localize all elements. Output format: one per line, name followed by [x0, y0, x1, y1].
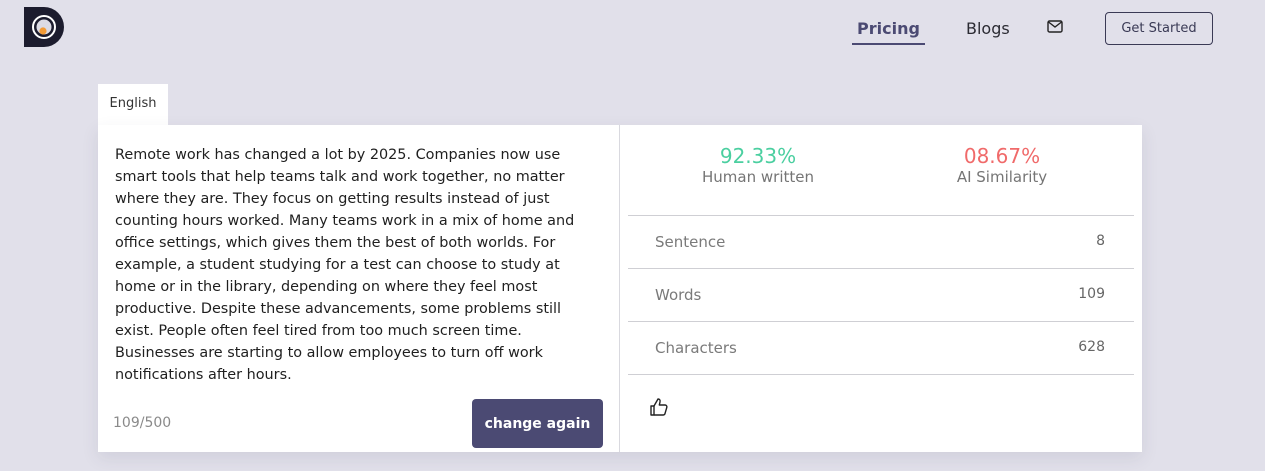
get-started-button[interactable]: Get Started: [1105, 12, 1213, 45]
tab-english[interactable]: English: [98, 84, 168, 125]
ai-score: 08.67% AI Similarity: [902, 144, 1102, 186]
ai-score-label: AI Similarity: [956, 168, 1048, 186]
stat-value: 8: [1096, 233, 1105, 249]
stat-label: Characters: [655, 339, 737, 357]
stat-value: 628: [1078, 339, 1105, 355]
nav-blogs-link[interactable]: Blogs: [966, 19, 1010, 38]
human-score-label: Human written: [702, 168, 814, 186]
stats-divider: [628, 268, 1134, 269]
nav-pricing-link[interactable]: Pricing: [852, 19, 925, 38]
stats-divider: [628, 374, 1134, 375]
logo-d-icon[interactable]: [24, 7, 65, 47]
stats-divider: [628, 321, 1134, 322]
vertical-divider: [619, 125, 620, 452]
mail-icon[interactable]: [1047, 20, 1063, 33]
human-score: 92.33% Human written: [658, 144, 858, 186]
top-nav: Pricing Blogs Get Started: [0, 0, 1265, 60]
detector-card: Remote work has changed a lot by 2025. C…: [98, 125, 1142, 452]
stat-row-sentence: Sentence 8: [655, 233, 1105, 253]
stats-divider: [628, 215, 1134, 216]
stat-row-words: Words 109: [655, 286, 1105, 306]
human-score-value: 92.33%: [719, 144, 797, 168]
stat-row-characters: Characters 628: [655, 339, 1105, 359]
stat-value: 109: [1078, 286, 1105, 302]
input-text-area[interactable]: Remote work has changed a lot by 2025. C…: [115, 144, 600, 386]
ai-score-value: 08.67%: [963, 144, 1041, 168]
stat-label: Sentence: [655, 233, 726, 251]
word-counter: 109/500: [113, 415, 172, 431]
active-nav-underline: [852, 43, 925, 45]
stat-label: Words: [655, 286, 702, 304]
thumbs-up-icon[interactable]: [649, 397, 669, 417]
change-again-button[interactable]: change again: [472, 399, 603, 448]
